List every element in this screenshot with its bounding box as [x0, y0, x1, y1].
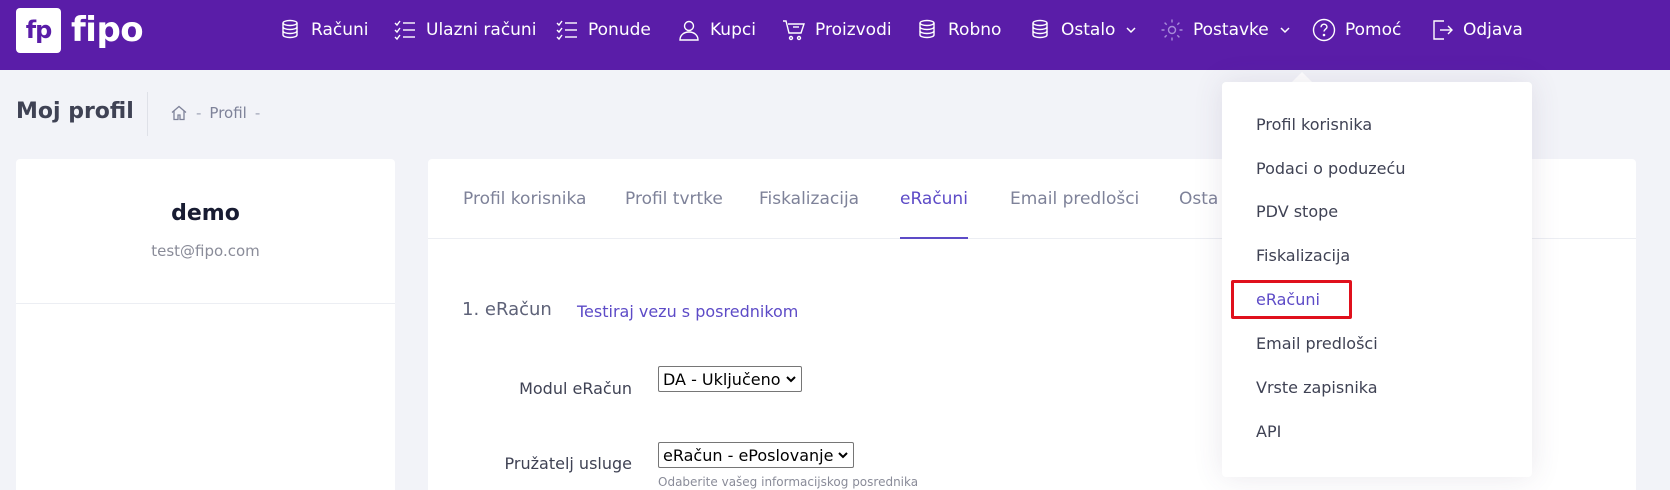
menu-item-podaci-o-poduzecu[interactable]: Podaci o poduzeću — [1256, 159, 1405, 178]
nav-item-ponude[interactable]: Ponude — [555, 17, 651, 43]
nav-label: Robno — [948, 20, 1002, 40]
checklist-icon — [556, 20, 577, 41]
modul-select[interactable]: DA - Uključeno — [658, 366, 802, 392]
card-divider — [16, 303, 395, 304]
main-nav: Računi Ulazni računi Ponude Kupci Proizv… — [0, 0, 1670, 60]
nav-item-ulazni-racuni[interactable]: Ulazni računi — [393, 17, 536, 43]
provider-label: Pružatelj usluge — [504, 454, 632, 473]
modul-label: Modul eRačun — [519, 379, 632, 398]
nav-item-odjava[interactable]: Odjava — [1430, 17, 1523, 43]
menu-item-email-predlosci[interactable]: Email predlošci — [1256, 334, 1378, 353]
user-email: test@fipo.com — [151, 242, 260, 260]
nav-item-ostalo[interactable]: Ostalo — [1028, 17, 1137, 43]
provider-select-value: eRačun - ePoslovanje — [663, 445, 834, 465]
help-circle-icon — [1312, 18, 1336, 42]
nav-item-postavke[interactable]: Postavke — [1160, 17, 1291, 43]
menu-item-pdv-stope[interactable]: PDV stope — [1256, 202, 1338, 221]
chevron-down-icon — [1126, 27, 1136, 34]
title-separator — [147, 92, 148, 136]
menu-item-vrste-zapisnika[interactable]: Vrste zapisnika — [1256, 378, 1378, 397]
nav-label: Proizvodi — [815, 20, 892, 40]
modul-select-value: DA - Uključeno — [663, 369, 781, 389]
chevron-down-icon — [838, 452, 849, 459]
nav-item-racuni[interactable]: Računi — [278, 17, 368, 43]
menu-item-profil-korisnika[interactable]: Profil korisnika — [1256, 115, 1372, 134]
breadcrumb: - Profil - — [170, 104, 268, 122]
menu-item-fiskalizacija[interactable]: Fiskalizacija — [1256, 246, 1350, 265]
coins-icon — [282, 19, 298, 39]
coins-icon — [919, 19, 935, 39]
tab-profil-korisnika[interactable]: Profil korisnika — [463, 189, 586, 237]
nav-item-pomoc[interactable]: Pomoć — [1312, 17, 1401, 43]
page-title: Moj profil — [16, 99, 134, 124]
nav-label: Ponude — [588, 20, 651, 40]
breadcrumb-item-profil[interactable]: Profil — [209, 104, 246, 122]
logout-icon — [1433, 20, 1453, 40]
user-name: demo — [171, 201, 240, 226]
gear-icon — [1161, 19, 1183, 41]
highlight-box — [1231, 280, 1352, 319]
nav-label: Ulazni računi — [426, 20, 537, 40]
coins-icon — [1032, 19, 1048, 39]
nav-label: Ostalo — [1061, 20, 1116, 40]
nav-label: Računi — [311, 20, 369, 40]
checklist-icon — [394, 20, 415, 41]
tab-profil-tvrtke[interactable]: Profil tvrtke — [625, 189, 723, 237]
provider-help-text: Odaberite vašeg informacijskog posrednik… — [658, 475, 919, 489]
test-connection-link[interactable]: Testiraj vezu s posrednikom — [577, 302, 798, 321]
tab-eracuni[interactable]: eRačuni — [900, 189, 968, 239]
nav-label: Kupci — [710, 20, 756, 40]
tab-ostalo[interactable]: Osta — [1179, 189, 1218, 237]
chevron-down-icon — [785, 376, 796, 383]
breadcrumb-separator: - — [196, 104, 202, 122]
menu-item-api[interactable]: API — [1256, 422, 1281, 441]
nav-item-proizvodi[interactable]: Proizvodi — [782, 17, 892, 43]
nav-item-kupci[interactable]: Kupci — [677, 17, 756, 43]
provider-select[interactable]: eRačun - ePoslovanje — [658, 442, 855, 468]
section-title: 1. eRačun — [462, 299, 552, 320]
nav-label: Postavke — [1193, 20, 1269, 40]
nav-item-robno[interactable]: Robno — [915, 17, 1001, 43]
nav-label: Odjava — [1463, 20, 1523, 40]
cart-icon — [783, 20, 805, 41]
nav-label: Pomoć — [1345, 20, 1402, 40]
breadcrumb-separator: - — [254, 104, 261, 122]
chevron-down-icon — [1280, 27, 1290, 34]
top-navbar: fp fipo Računi Ulazni računi Ponude Kupc… — [0, 0, 1670, 70]
tab-fiskalizacija[interactable]: Fiskalizacija — [759, 189, 859, 237]
profile-card: demo test@fipo.com — [16, 159, 395, 490]
tab-email-predlosci[interactable]: Email predlošci — [1010, 189, 1139, 237]
user-icon — [679, 20, 699, 41]
home-icon[interactable] — [170, 104, 188, 122]
